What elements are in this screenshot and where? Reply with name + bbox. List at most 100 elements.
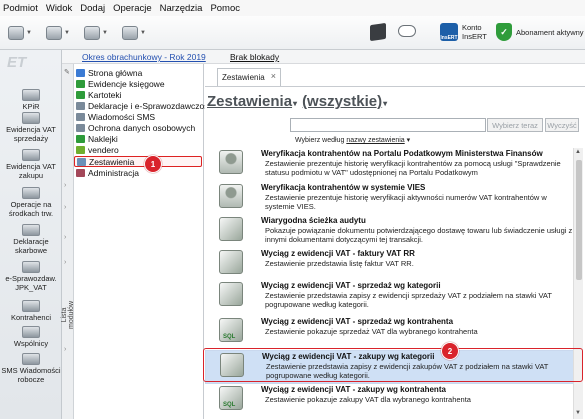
report-item[interactable]: Weryfikacja kontrahentów w systemie VIES… — [205, 182, 583, 215]
report-description: Pokazuje powiązanie dokumentu potwierdza… — [265, 226, 573, 244]
search-input[interactable] — [290, 118, 486, 132]
report-title: Wiarygodna ścieżka audytu — [261, 216, 366, 225]
tree-item-label: Ochrona danych osobowych — [88, 122, 196, 133]
menu-widok[interactable]: Widok — [46, 3, 72, 14]
chevron-down-icon: ▼ — [26, 30, 32, 36]
tree-item-label: Ewidencje księgowe — [88, 78, 165, 89]
module-icon — [76, 90, 85, 99]
tree-item-ewidencje-księgowe[interactable]: Ewidencje księgowe — [74, 78, 202, 89]
toolbar-print-button[interactable]: ▼ — [46, 23, 72, 43]
menu-pomoc[interactable]: Pomoc — [210, 3, 240, 14]
toolbar-search-button[interactable]: ▼ — [122, 23, 148, 43]
report-item[interactable]: Wyciąg z ewidencji VAT - sprzedaż wg kon… — [205, 316, 583, 350]
menu-bar: Podmiot Widok Dodaj Operacje Narzędzia P… — [0, 0, 585, 16]
nav-vat-sales[interactable]: Ewidencja VAT sprzedaży — [0, 112, 62, 143]
sort-selector[interactable]: Wybierz według nazwy zestawienia ▾ — [295, 136, 410, 144]
nav-jpk-vat[interactable]: e-Sprawozdaw. JPK_VAT — [0, 261, 62, 292]
report-item[interactable]: Weryfikacja kontrahentów na Portalu Poda… — [205, 148, 583, 181]
module-list-label: Lista modułów — [61, 301, 75, 330]
chevron-down-icon: ▼ — [64, 30, 70, 36]
chevron-down-icon: ▼ — [140, 30, 146, 36]
period-link[interactable]: Okres obrachunkowy - Rok 2019 — [82, 52, 206, 62]
chevron-down-icon: ▼ — [102, 30, 108, 36]
tab-zestawienia[interactable]: Zestawienia × — [217, 68, 281, 86]
tree-item-label: Deklaracje i e-Sprawozdawczość — [88, 100, 213, 111]
selection-highlight — [203, 348, 583, 382]
chevron-right-icon: › — [64, 234, 67, 241]
toolbar: ▼ ▼ ▼ ▼ InsERT Konto InsERT ✓ Abonament a… — [0, 16, 585, 50]
report-item[interactable]: Wyciąg z ewidencji VAT - zakupy wg kontr… — [205, 384, 583, 418]
nav-partners[interactable]: Wspólnicy — [0, 326, 62, 349]
report-item[interactable]: Wiarygodna ścieżka audytu Pokazuje powiąz… — [205, 215, 583, 248]
report-title: Wyciąg z ewidencji VAT - faktury VAT RR — [261, 249, 415, 258]
scroll-up-icon[interactable]: ▲ — [575, 149, 581, 155]
person-check-icon — [219, 184, 243, 208]
tree-item-ochrona-danych-osobowych[interactable]: Ochrona danych osobowych — [74, 122, 202, 133]
menu-operacje[interactable]: Operacje — [113, 3, 152, 14]
page-title: Zestawienia ▾ (wszystkie) ▾ — [207, 93, 392, 110]
account-provider: InsERT — [462, 32, 487, 41]
choose-now-button[interactable]: Wybierz teraz — [487, 118, 543, 132]
register-icon — [22, 149, 40, 161]
chevron-right-icon: › — [64, 204, 67, 211]
tree-item-administracja[interactable]: Administracja — [74, 167, 202, 178]
clear-button[interactable]: Wyczyść — [545, 118, 579, 132]
tree-item-label: Kartoteki — [88, 89, 122, 100]
tree-item-label: Wiadomości SMS — [88, 111, 156, 122]
assets-icon — [22, 187, 40, 199]
toolbar-export-button[interactable]: ▼ — [84, 23, 110, 43]
module-icon — [76, 79, 85, 88]
filter-dropdown[interactable]: (wszystkie) — [302, 93, 382, 110]
report-stack-icon — [219, 250, 243, 274]
person-check-icon — [219, 150, 243, 174]
heading-dropdown[interactable]: Zestawienia — [207, 93, 292, 110]
pin-icon[interactable]: ✎ — [64, 68, 70, 76]
menu-narzedzia[interactable]: Narzędzia — [160, 3, 203, 14]
tree-item-kartoteki[interactable]: Kartoteki — [74, 89, 202, 100]
menu-podmiot[interactable]: Podmiot — [3, 3, 38, 14]
nav-tax-declarations[interactable]: Deklaracje skarbowe — [0, 224, 62, 255]
nav-contractors[interactable]: Kontrahenci — [0, 300, 62, 323]
nav-fixed-assets[interactable]: Operacje na środkach trw. — [0, 187, 62, 218]
subscription-label: Abonament aktywny — [516, 27, 584, 37]
cube-icon[interactable] — [370, 22, 386, 42]
tree-item-deklaracje-i-e-sprawozdawczość[interactable]: Deklaracje i e-Sprawozdawczość — [74, 100, 213, 111]
tree-item-strona-główna[interactable]: Strona główna — [74, 67, 202, 78]
nav-kpir[interactable]: KPiR — [0, 89, 62, 112]
chevron-right-icon: › — [64, 346, 67, 353]
toolbar-tools-button[interactable]: ▼ — [8, 23, 34, 43]
blockade-link[interactable]: Brak blokady — [230, 52, 279, 62]
tree-item-naklejki[interactable]: Naklejki — [74, 133, 202, 144]
navigation-tree: Strona główna Ewidencje księgowe Kartoteki… — [74, 64, 213, 419]
module-list-strip[interactable]: ✎ › › › › › Lista modułów — [61, 64, 75, 419]
nav-vat-purchase[interactable]: Ewidencja VAT zakupu — [0, 149, 62, 180]
chevron-down-icon[interactable]: ▾ — [293, 99, 297, 108]
tree-item-zestawienia[interactable]: Zestawienia — [74, 156, 202, 167]
account-button[interactable]: InsERT Konto InsERT — [440, 23, 487, 41]
module-icon — [76, 134, 85, 143]
tab-divider — [205, 86, 585, 87]
close-icon[interactable]: × — [271, 71, 276, 81]
contractors-icon — [22, 300, 40, 312]
tree-item-vendero[interactable]: vendero — [74, 144, 202, 155]
report-item[interactable]: Wyciąg z ewidencji VAT - faktury VAT RR Z… — [205, 248, 583, 279]
menu-dodaj[interactable]: Dodaj — [80, 3, 105, 14]
chevron-down-icon[interactable]: ▾ — [383, 99, 387, 108]
scroll-thumb[interactable] — [576, 160, 582, 280]
shield-check-icon: ✓ — [496, 23, 512, 41]
report-item[interactable]: Wyciąg z ewidencji VAT - sprzedaż wg kat… — [205, 280, 583, 315]
book-icon — [22, 89, 40, 101]
scroll-down-icon[interactable]: ▼ — [575, 410, 581, 416]
subscription-button[interactable]: ✓ Abonament aktywny — [496, 23, 584, 41]
module-icon — [76, 168, 85, 177]
report-stack-icon — [219, 282, 243, 306]
module-icon — [76, 123, 85, 132]
tree-item-wiadomości-sms[interactable]: Wiadomości SMS — [74, 111, 202, 122]
cloud-icon[interactable] — [398, 25, 416, 37]
account-label: Konto — [462, 23, 482, 32]
nav-sms[interactable]: SMS Wiadomości robocze — [0, 353, 62, 384]
report-title: Wyciąg z ewidencji VAT - sprzedaż wg kon… — [261, 317, 454, 326]
declaration-icon — [22, 224, 40, 236]
report-title: Wyciąg z ewidencji VAT - sprzedaż wg kat… — [261, 281, 441, 290]
module-icon — [76, 68, 85, 77]
